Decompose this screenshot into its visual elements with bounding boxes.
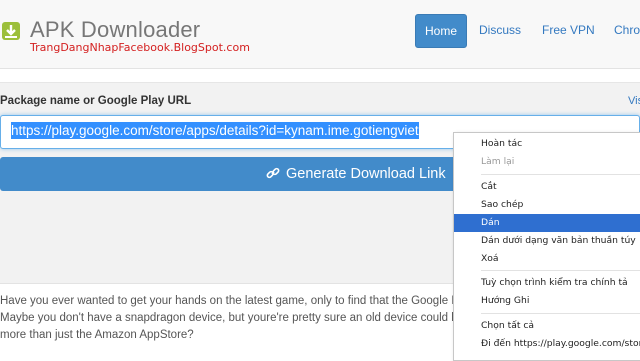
selected-url-text[interactable]: https://play.google.com/store/apps/detai… (11, 122, 419, 139)
link-icon (266, 167, 280, 179)
menu-item-paste-plain-text[interactable]: Dán dưới dạng văn bản thuần túy (454, 232, 640, 250)
nav-discuss-link[interactable]: Discuss (479, 14, 521, 46)
menu-item-undo[interactable]: Hoàn tác (454, 135, 640, 153)
menu-item-delete[interactable]: Xoá (454, 250, 640, 268)
menu-item-redo: Làm lại (481, 156, 515, 167)
menu-separator (481, 270, 640, 271)
top-navbar: APK Downloader TrangDangNhapFacebook.Blo… (0, 0, 640, 69)
menu-item-copy[interactable]: Sao chép (454, 196, 640, 214)
package-url-label: Package name or Google Play URL (0, 95, 192, 107)
watermark-text: TrangDangNhapFacebook.BlogSpot.com (30, 41, 250, 54)
menu-separator (481, 313, 640, 314)
nav-home-button[interactable]: Home (415, 14, 467, 48)
menu-item-go-to-url[interactable]: Đi đến https://play.google.com/store/a (454, 335, 640, 353)
menu-separator (481, 174, 640, 175)
menu-item-paste[interactable]: Dán (454, 214, 640, 232)
generate-button-label: Generate Download Link (286, 166, 446, 182)
menu-item-spellcheck-options[interactable]: Tuỳ chọn trình kiểm tra chính tả (454, 274, 640, 292)
side-link[interactable]: Vis (628, 95, 640, 107)
android-download-icon[interactable] (0, 16, 22, 46)
menu-item-select-all[interactable]: Chọn tất cả (454, 317, 640, 335)
context-menu: Hoàn tác Làm lại Cắt Sao chép Dán Dán dư… (453, 132, 640, 361)
nav-chrome-link[interactable]: Chrome (614, 14, 640, 46)
nav-free-vpn-link[interactable]: Free VPN (542, 14, 595, 46)
menu-item-writing-direction[interactable]: Hướng Ghi (454, 292, 640, 310)
app-title[interactable]: APK Downloader (30, 17, 200, 43)
menu-item-cut[interactable]: Cắt (454, 178, 640, 196)
